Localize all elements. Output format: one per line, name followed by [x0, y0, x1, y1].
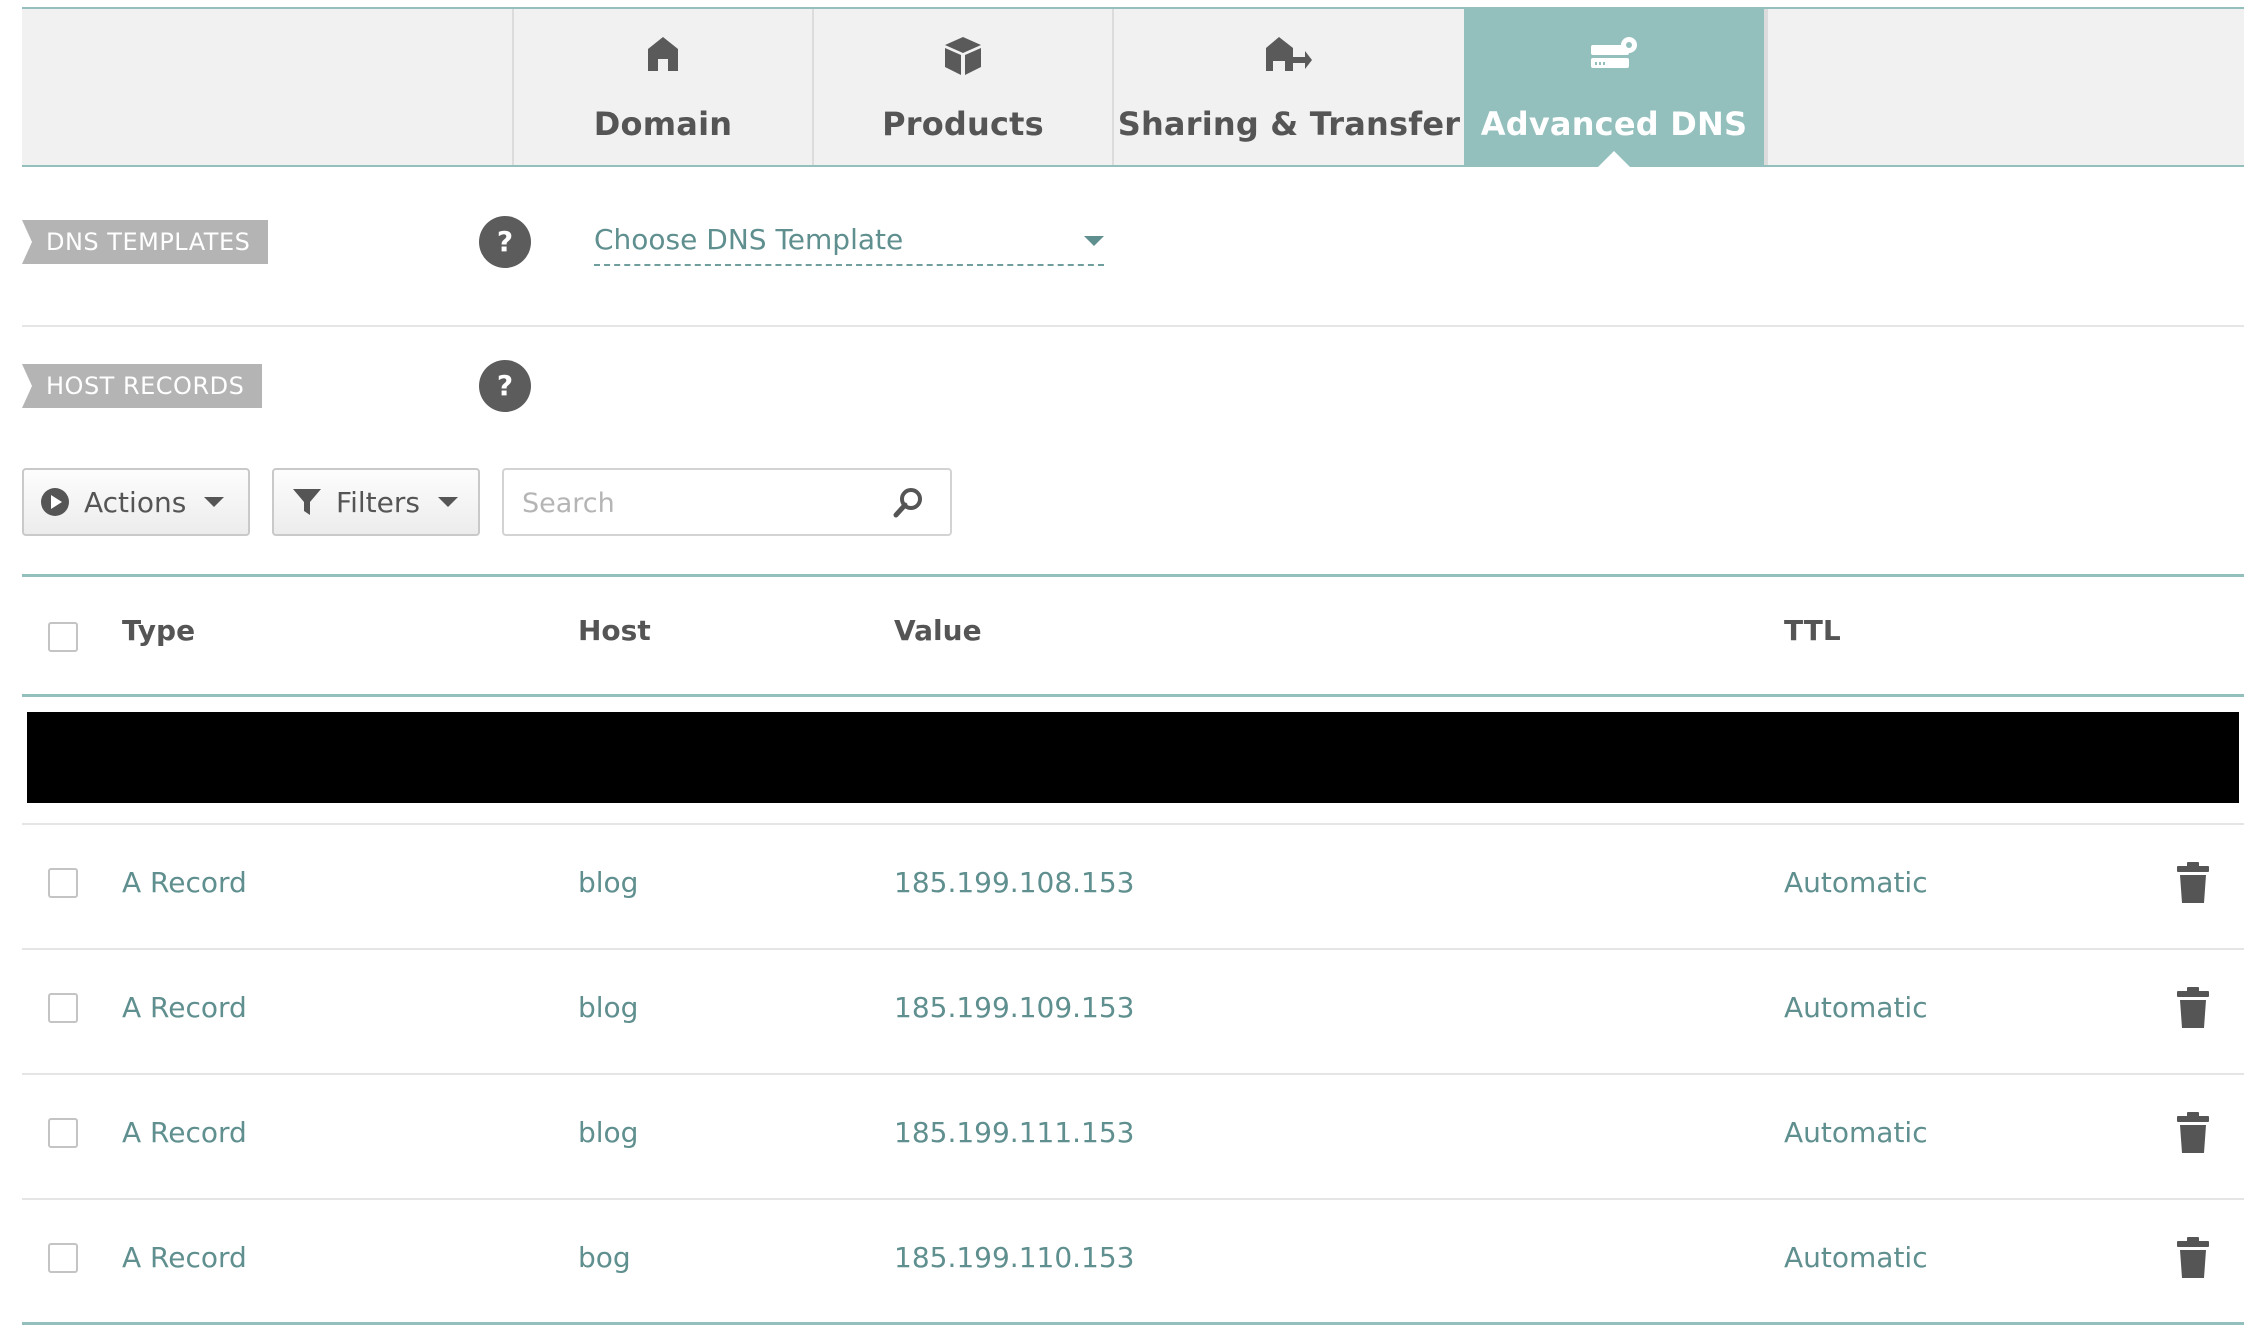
row-checkbox[interactable]	[48, 993, 78, 1023]
record-ttl[interactable]: Automatic	[1784, 991, 1928, 1024]
record-value[interactable]: 185.199.110.153	[894, 1241, 1134, 1274]
row-divider	[22, 948, 2244, 950]
tab-products[interactable]: Products	[812, 9, 1112, 165]
row-checkbox[interactable]	[48, 868, 78, 898]
record-value[interactable]: 185.199.111.153	[894, 1116, 1134, 1149]
dns-template-select-value: Choose DNS Template	[594, 223, 904, 256]
active-tab-caret	[1598, 151, 1630, 167]
server-gear-icon	[1464, 35, 1764, 85]
column-header-ttl[interactable]: TTL	[1784, 614, 1841, 647]
host-records-help-icon[interactable]: ?	[479, 360, 531, 412]
table-bottom-border	[22, 1322, 2244, 1325]
row-checkbox[interactable]	[48, 1118, 78, 1148]
filter-icon	[293, 489, 321, 515]
filters-button[interactable]: Filters	[272, 468, 480, 536]
section-divider	[22, 325, 2244, 327]
filters-label: Filters	[336, 485, 420, 519]
dns-template-select[interactable]: Choose DNS Template	[594, 218, 1104, 266]
search-icon[interactable]	[892, 487, 924, 519]
record-host[interactable]: blog	[578, 991, 638, 1024]
trash-icon[interactable]	[2176, 1237, 2210, 1279]
record-ttl[interactable]: Automatic	[1784, 1116, 1928, 1149]
select-all-checkbox[interactable]	[48, 622, 78, 652]
record-value[interactable]: 185.199.109.153	[894, 991, 1134, 1024]
actions-button[interactable]: Actions	[22, 468, 250, 536]
search-box	[502, 468, 952, 536]
host-records-label: HOST RECORDS	[22, 364, 263, 408]
advanced-dns-page: Domain Products Sharing & Transfer Advan…	[22, 0, 2244, 1342]
row-divider	[22, 1198, 2244, 1200]
tab-label: Products	[882, 105, 1044, 143]
chevron-down-icon	[1084, 236, 1104, 246]
tab-label: Sharing & Transfer	[1117, 105, 1461, 143]
column-header-value[interactable]: Value	[894, 614, 982, 647]
chevron-down-icon	[437, 497, 458, 507]
column-header-host[interactable]: Host	[578, 614, 651, 647]
tab-sharing-transfer[interactable]: Sharing & Transfer	[1112, 9, 1464, 165]
house-transfer-icon	[1114, 35, 1464, 85]
tab-divider	[1764, 9, 1768, 165]
record-ttl[interactable]: Automatic	[1784, 1241, 1928, 1274]
trash-icon[interactable]	[2176, 1112, 2210, 1154]
record-type[interactable]: A Record	[122, 991, 247, 1024]
record-type[interactable]: A Record	[122, 1116, 247, 1149]
row-checkbox[interactable]	[48, 1243, 78, 1273]
trash-icon[interactable]	[2176, 987, 2210, 1029]
trash-icon[interactable]	[2176, 862, 2210, 904]
search-input[interactable]	[520, 480, 884, 526]
dns-templates-label: DNS TEMPLATES	[22, 220, 269, 264]
tab-advanced-dns[interactable]: Advanced DNS	[1464, 9, 1764, 167]
redacted-row	[27, 712, 2239, 803]
chevron-down-icon	[204, 497, 225, 507]
home-icon	[514, 35, 812, 85]
box-icon	[814, 35, 1112, 85]
row-divider	[22, 1073, 2244, 1075]
column-header-type[interactable]: Type	[122, 614, 195, 647]
record-type[interactable]: A Record	[122, 866, 247, 899]
tab-label: Advanced DNS	[1480, 105, 1748, 143]
record-host[interactable]: blog	[578, 866, 638, 899]
dns-templates-help-icon[interactable]: ?	[479, 216, 531, 268]
domain-tabbar: Domain Products Sharing & Transfer Advan…	[22, 7, 2244, 167]
record-ttl[interactable]: Automatic	[1784, 866, 1928, 899]
record-host[interactable]: blog	[578, 1116, 638, 1149]
record-host[interactable]: bog	[578, 1241, 631, 1274]
record-type[interactable]: A Record	[122, 1241, 247, 1274]
tab-label: Domain	[593, 105, 733, 143]
table-header-border	[22, 694, 2244, 697]
table-top-border	[22, 574, 2244, 577]
tab-domain[interactable]: Domain	[512, 9, 812, 165]
play-circle-icon	[41, 488, 69, 516]
actions-label: Actions	[84, 485, 187, 519]
record-value[interactable]: 185.199.108.153	[894, 866, 1134, 899]
row-divider	[22, 823, 2244, 825]
